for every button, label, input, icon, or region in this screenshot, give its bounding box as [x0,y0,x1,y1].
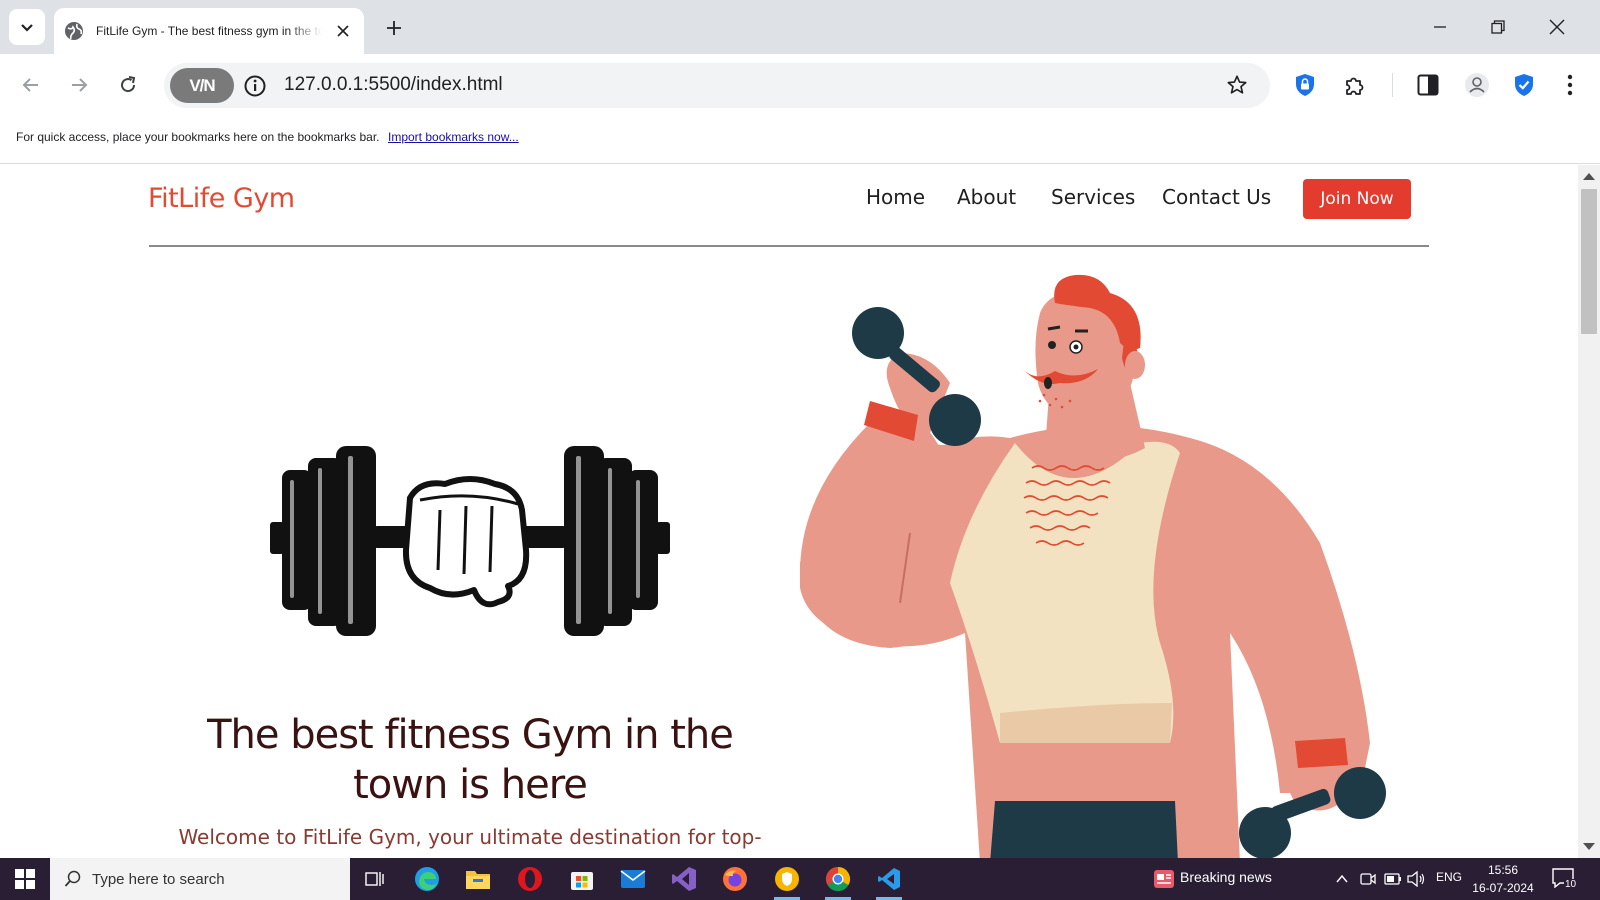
profile-button[interactable] [1462,70,1492,100]
import-bookmarks-link[interactable]: Import bookmarks now... [388,130,519,144]
new-tab-button[interactable] [380,14,408,42]
security-extension-button[interactable] [1509,70,1539,100]
task-view-icon [365,872,384,886]
shield-lock-icon [1296,74,1314,96]
chevron-down-icon [21,24,33,32]
side-panel-button[interactable] [1413,70,1443,100]
notification-count: 10 [1564,879,1578,890]
password-extension-button[interactable] [1290,70,1320,100]
arrow-right-icon [72,78,88,92]
plus-icon [387,21,401,35]
star-icon [1227,75,1247,94]
taskbar-search-placeholder: Type here to search [92,870,225,888]
chrome-icon [825,867,851,892]
nav-services[interactable]: Services [1051,185,1135,209]
mail-icon [620,870,646,888]
volume-icon[interactable] [1407,871,1425,887]
clock-date: 16-07-2024 [1472,881,1534,895]
taskbar-brave[interactable] [770,863,804,900]
bookmarks-bar: For quick access, place your bookmarks h… [0,114,1600,164]
more-vertical-icon [1567,74,1573,96]
windows-taskbar: Type here to search Breaking news ENG 15… [0,858,1600,900]
taskbar-edge[interactable] [410,863,444,895]
header-divider [149,245,1429,247]
scroll-down-arrow-icon[interactable] [1583,843,1595,850]
extensions-button[interactable] [1340,70,1370,100]
reload-button[interactable] [113,70,143,100]
tab-search-button[interactable] [9,9,45,45]
start-button[interactable] [0,858,50,900]
edge-icon [415,867,439,891]
close-icon [1549,19,1565,35]
forward-button[interactable] [64,70,94,100]
browser-tab[interactable]: FitLife Gym - The best fitness gym in th… [54,8,364,54]
windows-logo-icon [15,869,35,889]
search-icon [64,870,81,887]
tab-title: FitLife Gym - The best fitness gym in th… [96,24,322,38]
notification-center-button[interactable]: 10 [1552,868,1580,892]
task-view-button[interactable] [358,863,392,895]
arrow-left-icon [22,78,38,92]
clock-time: 15:56 [1487,863,1519,877]
nav-about[interactable]: About [957,185,1016,209]
restore-button[interactable] [1483,12,1513,42]
folder-icon [466,871,490,889]
shield-check-icon [1515,74,1533,96]
fitness-man-illustration [800,274,1386,858]
firefox-icon [723,867,747,891]
nav-home[interactable]: Home [866,185,925,209]
site-logo[interactable]: FitLife Gym [148,183,295,214]
page-viewport: FitLife Gym Home About Services Contact … [0,165,1600,858]
site-info-icon[interactable] [243,74,267,98]
taskbar-chrome[interactable] [821,863,855,900]
vpn-browser-icon [775,867,799,891]
battery-icon[interactable] [1384,872,1402,886]
hero-headline: The best fitness Gym in the town is here [207,712,734,808]
visual-studio-icon [672,867,696,891]
puzzle-icon [1346,77,1364,95]
chevron-up-icon[interactable] [1335,872,1349,886]
bookmark-star-button[interactable] [1222,70,1252,100]
taskbar-firefox[interactable] [718,863,752,895]
dumbbell-fist-illustration [270,446,670,636]
vscode-icon [878,868,900,890]
store-icon [571,872,593,890]
taskbar-visual-studio[interactable] [667,863,701,895]
minimize-button[interactable] [1425,12,1455,42]
minimize-icon [1434,26,1446,28]
nav-contact-us[interactable]: Contact Us [1162,185,1271,209]
news-widget-label[interactable]: Breaking news [1180,869,1272,885]
news-widget-icon[interactable] [1152,867,1176,891]
vpn-badge[interactable]: V/N [170,68,234,103]
bookmarks-message: For quick access, place your bookmarks h… [16,130,380,144]
tab-strip: FitLife Gym - The best fitness gym in th… [0,0,1600,54]
opera-icon [518,867,542,891]
close-tab-icon[interactable] [332,20,354,42]
close-window-button[interactable] [1542,12,1572,42]
system-clock[interactable]: 15:56 16-07-2024 [1468,861,1538,897]
taskbar-vscode[interactable] [872,863,906,900]
taskbar-opera[interactable] [513,863,547,895]
scroll-up-arrow-icon[interactable] [1583,173,1595,180]
taskbar-search-box[interactable]: Type here to search [50,858,350,900]
scroll-thumb[interactable] [1581,189,1597,334]
back-button[interactable] [16,70,46,100]
restore-icon [1491,20,1505,34]
page-scrollbar[interactable] [1578,165,1600,858]
browser-menu-button[interactable] [1555,70,1585,100]
reload-icon [121,76,136,93]
toolbar-separator [1392,73,1393,97]
taskbar-file-explorer[interactable] [461,863,495,895]
avatar-icon [1465,73,1489,97]
url-text[interactable]: 127.0.0.1:5500/index.html [284,74,503,96]
language-indicator[interactable]: ENG [1436,870,1462,884]
side-panel-icon [1417,74,1439,96]
globe-icon [65,22,83,40]
hero-subline: Welcome to FitLife Gym, your ultimate de… [178,825,762,849]
join-now-button[interactable]: Join Now [1303,179,1411,219]
meet-now-icon[interactable] [1360,871,1376,887]
taskbar-mail[interactable] [616,863,650,895]
taskbar-store[interactable] [565,863,599,895]
